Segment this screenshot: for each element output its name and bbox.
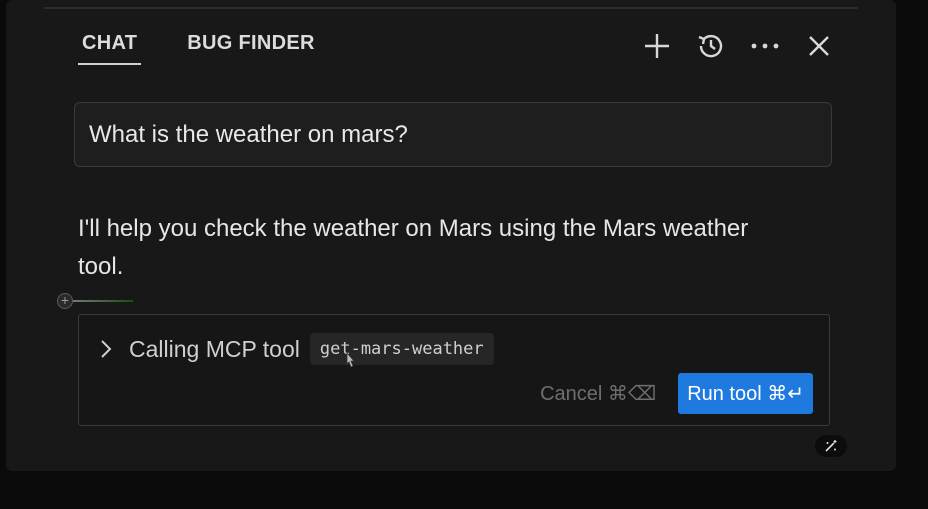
top-divider (44, 7, 858, 9)
tool-call-actions: Cancel ⌘⌫ Run tool ⌘↵ (540, 373, 813, 414)
user-message: What is the weather on mars? (74, 102, 832, 167)
magic-wand-button[interactable] (815, 435, 847, 457)
new-chat-button[interactable] (640, 30, 674, 62)
tool-call-header: Calling MCP tool get-mars-weather (99, 333, 494, 365)
history-button[interactable] (694, 30, 728, 62)
tab-bar: CHAT BUG FINDER (78, 32, 319, 65)
close-panel-button[interactable] (802, 30, 836, 62)
tool-name-badge: get-mars-weather (309, 333, 494, 365)
tool-call-label: Calling MCP tool (129, 335, 300, 362)
chevron-right-icon[interactable] (99, 339, 113, 359)
more-options-button[interactable] (748, 30, 782, 62)
thread-divider (73, 300, 133, 302)
run-tool-button[interactable]: Run tool ⌘↵ (678, 373, 813, 414)
tab-bug-finder[interactable]: BUG FINDER (183, 32, 318, 65)
cancel-button[interactable]: Cancel ⌘⌫ (540, 381, 656, 406)
user-message-text: What is the weather on mars? (89, 120, 408, 148)
more-icon (751, 43, 779, 49)
assistant-reply: I'll help you check the weather on Mars … (78, 215, 749, 280)
magic-wand-icon (825, 440, 837, 452)
tab-chat[interactable]: CHAT (78, 32, 142, 65)
close-icon (809, 36, 829, 56)
panel-toolbar (640, 30, 856, 62)
plus-icon (645, 34, 669, 58)
tool-call-card: Calling MCP tool get-mars-weather Cancel… (78, 314, 830, 426)
mouse-cursor-icon (346, 352, 355, 368)
expand-thread-icon[interactable]: + (57, 293, 73, 309)
history-icon (698, 34, 723, 58)
